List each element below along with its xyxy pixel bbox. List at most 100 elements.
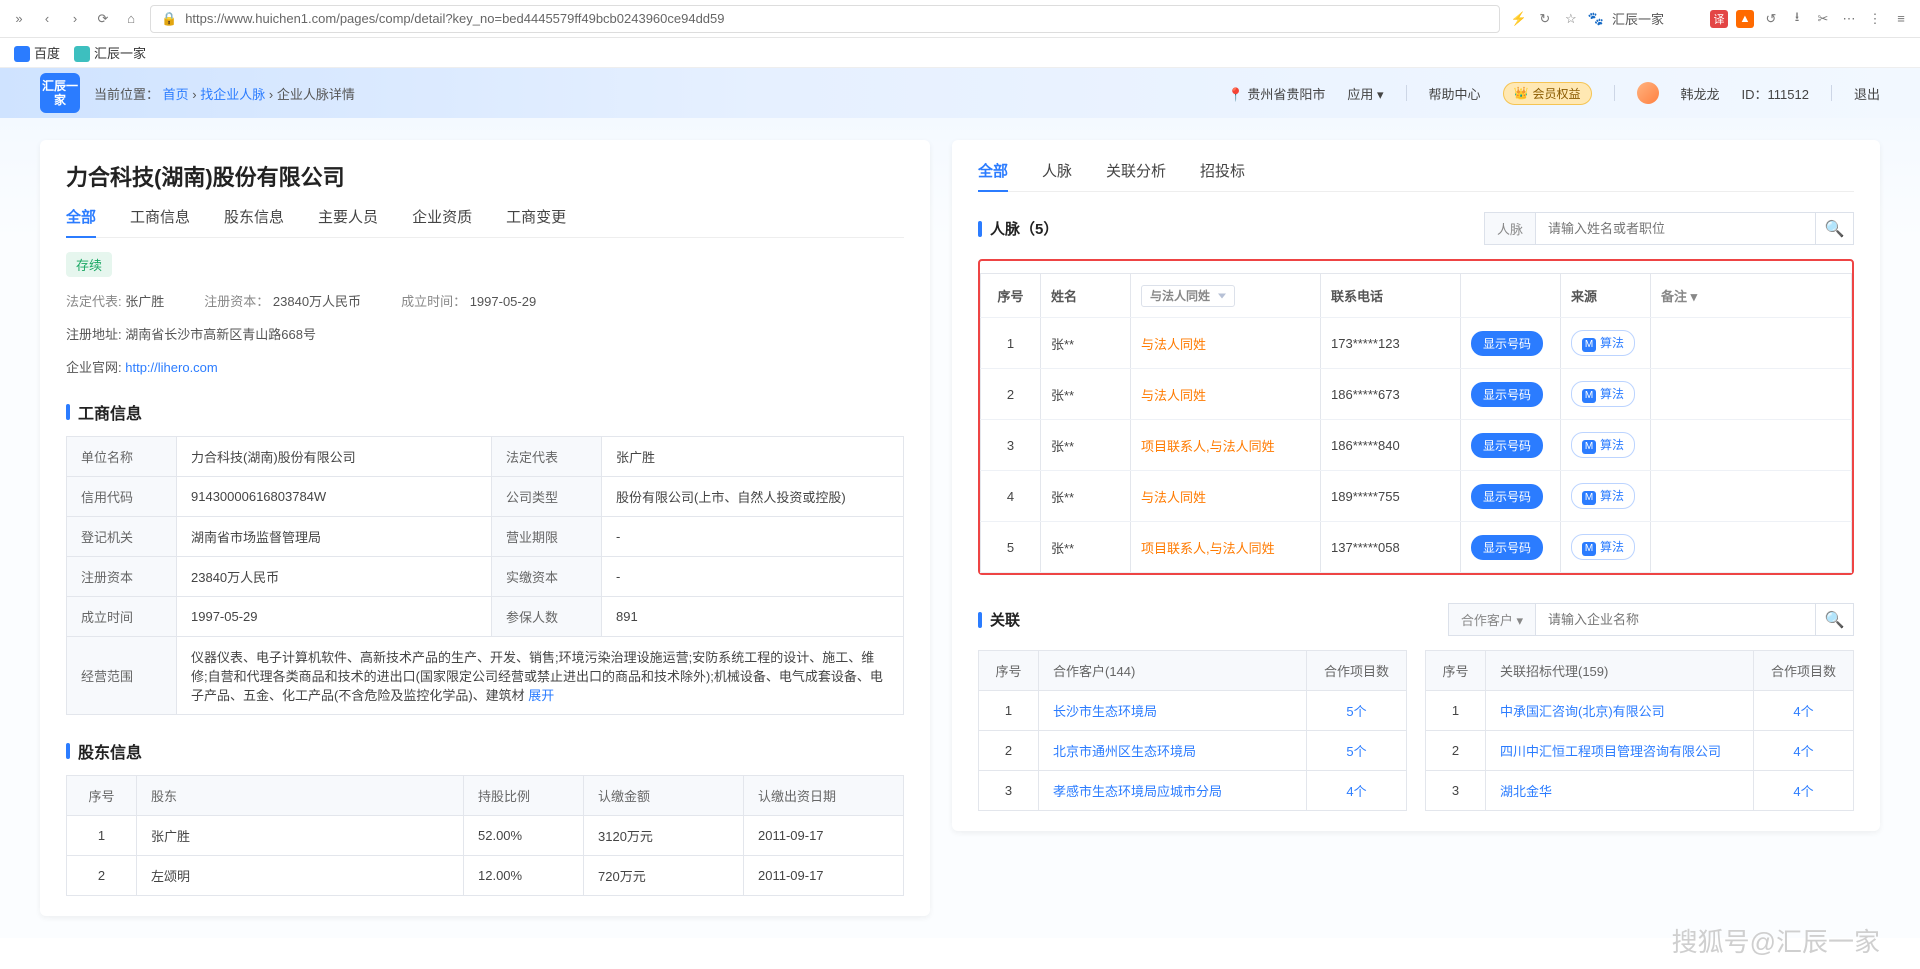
relation-search-input[interactable]: [1536, 603, 1816, 636]
table-row: 1 张** 与法人同姓 173*****123 显示号码 M算法: [981, 318, 1852, 369]
settings-icon[interactable]: ⋮: [1866, 10, 1884, 28]
show-phone-button[interactable]: 显示号码: [1471, 433, 1543, 458]
company-link[interactable]: 四川中汇恒工程项目管理咨询有限公司: [1500, 744, 1721, 759]
page-banner: 汇辰一家 当前位置： 首页 › 找企业人脉 › 企业人脉详情 📍 贵州省贵阳市 …: [0, 68, 1920, 118]
location-picker[interactable]: 📍 贵州省贵阳市: [1228, 84, 1326, 103]
user-name: 韩龙龙: [1681, 84, 1720, 103]
left-tabs: 全部 工商信息 股东信息 主要人员 企业资质 工商变更: [66, 206, 904, 238]
project-count[interactable]: 4个: [1793, 704, 1813, 719]
crumb-current: 企业人脉详情: [277, 87, 355, 102]
tab-biz[interactable]: 工商信息: [130, 206, 190, 227]
tab-sh[interactable]: 股东信息: [224, 206, 284, 227]
translate-ext-icon[interactable]: 译: [1710, 10, 1728, 28]
more-ext-icon[interactable]: ⋯: [1840, 10, 1858, 28]
relation-type-select[interactable]: 合作客户 ▾: [1448, 603, 1536, 636]
table-row: 1 长沙市生态环境局 5个: [979, 691, 1407, 731]
business-table: 单位名称力合科技(湖南)股份有限公司法定代表张广胜信用代码91430000616…: [66, 436, 904, 715]
company-link[interactable]: 中承国汇咨询(北京)有限公司: [1500, 704, 1665, 719]
star-icon[interactable]: ☆: [1562, 10, 1580, 28]
logout-link[interactable]: 退出: [1854, 84, 1880, 103]
bolt-icon[interactable]: ⚡: [1510, 10, 1528, 28]
remark-sort[interactable]: 备注 ▾: [1651, 274, 1852, 318]
browser-chrome: » ‹ › ⟳ ⌂ 🔒 https://www.huichen1.com/pag…: [0, 0, 1920, 38]
download-icon[interactable]: ⭳: [1788, 10, 1806, 28]
right-tabs: 全部 人脉 关联分析 招投标: [978, 160, 1854, 192]
related-agent-table: 序号 关联招标代理(159) 合作项目数 1 中承国汇咨询(北京)有限公司 4个…: [1425, 650, 1854, 811]
help-link[interactable]: 帮助中心: [1429, 84, 1481, 103]
url-bar[interactable]: 🔒 https://www.huichen1.com/pages/comp/de…: [150, 5, 1500, 33]
source-badge[interactable]: M算法: [1571, 381, 1635, 407]
people-section-title: 人脉（5）: [978, 218, 1058, 239]
user-id: ID：111512: [1742, 84, 1809, 103]
rtab-all[interactable]: 全部: [978, 160, 1008, 181]
ext-label[interactable]: 汇辰一家: [1612, 9, 1664, 28]
status-badge: 存续: [66, 252, 112, 277]
people-search-input[interactable]: [1536, 212, 1816, 245]
next-icon[interactable]: ›: [66, 10, 84, 28]
site-logo[interactable]: 汇辰一家: [40, 73, 80, 113]
back-icon[interactable]: »: [10, 10, 28, 28]
prev-icon[interactable]: ‹: [38, 10, 56, 28]
reg-capital: 23840万人民币: [273, 294, 361, 309]
section-business: 工商信息: [66, 400, 904, 424]
project-count[interactable]: 4个: [1793, 744, 1813, 759]
show-phone-button[interactable]: 显示号码: [1471, 382, 1543, 407]
bookmark-item[interactable]: 汇辰一家: [74, 43, 146, 63]
business-scope: 仪器仪表、电子计算机软件、高新技术产品的生产、开发、销售;环境污染治理设施运营;…: [177, 637, 904, 715]
app-menu[interactable]: 应用 ▾: [1347, 84, 1383, 103]
project-count[interactable]: 5个: [1346, 744, 1366, 759]
tab-staff[interactable]: 主要人员: [318, 206, 378, 227]
rtab-rel[interactable]: 关联分析: [1106, 160, 1166, 181]
tab-change[interactable]: 工商变更: [506, 206, 566, 227]
company-link[interactable]: 长沙市生态环境局: [1053, 704, 1157, 719]
sync-icon[interactable]: ↻: [1536, 10, 1554, 28]
rtab-bid[interactable]: 招投标: [1200, 160, 1245, 181]
people-table: 序号 姓名 与法人同姓 联系电话 来源 备注 ▾ 1 张** 与法人同姓 173…: [980, 273, 1852, 573]
people-tag: 与法人同姓: [1141, 490, 1206, 505]
project-count[interactable]: 4个: [1346, 784, 1366, 799]
pdf-ext-icon[interactable]: ▲: [1736, 10, 1754, 28]
tab-qual[interactable]: 企业资质: [412, 206, 472, 227]
crumb-home[interactable]: 首页: [163, 87, 189, 102]
people-type-select[interactable]: 人脉: [1484, 212, 1536, 245]
history-icon[interactable]: ↺: [1762, 10, 1780, 28]
source-badge[interactable]: M算法: [1571, 534, 1635, 560]
menu-icon[interactable]: ≡: [1892, 10, 1910, 28]
people-search-button[interactable]: 🔍: [1816, 212, 1854, 245]
baidu-icon: [14, 46, 30, 62]
name-filter-select[interactable]: 与法人同姓: [1141, 285, 1235, 307]
member-badge[interactable]: 👑 会员权益: [1503, 82, 1592, 105]
show-phone-button[interactable]: 显示号码: [1471, 535, 1543, 560]
bookmark-item[interactable]: 百度: [14, 43, 60, 63]
expand-scope[interactable]: 展开: [528, 688, 554, 703]
crumb-mid[interactable]: 找企业人脉: [200, 87, 265, 102]
breadcrumb: 当前位置： 首页 › 找企业人脉 › 企业人脉详情: [94, 84, 355, 103]
avatar[interactable]: [1637, 82, 1659, 104]
show-phone-button[interactable]: 显示号码: [1471, 331, 1543, 356]
table-row: 3 湖北金华 4个: [1426, 771, 1854, 811]
company-link[interactable]: 孝感市生态环境局应城市分局: [1053, 784, 1222, 799]
people-tag: 项目联系人,与法人同姓: [1141, 439, 1275, 454]
source-badge[interactable]: M算法: [1571, 432, 1635, 458]
company-link[interactable]: 北京市通州区生态环境局: [1053, 744, 1196, 759]
company-link[interactable]: 湖北金华: [1500, 784, 1552, 799]
source-badge[interactable]: M算法: [1571, 330, 1635, 356]
relation-search-button[interactable]: 🔍: [1816, 603, 1854, 636]
show-phone-button[interactable]: 显示号码: [1471, 484, 1543, 509]
company-website[interactable]: http://lihero.com: [125, 360, 218, 375]
reg-address: 湖南省长沙市高新区青山路668号: [125, 327, 316, 342]
reload-icon[interactable]: ⟳: [94, 10, 112, 28]
browser-extensions: ⚡ ↻ ☆ 🐾 汇辰一家 译 ▲ ↺ ⭳ ✂ ⋯ ⋮ ≡: [1510, 9, 1910, 28]
people-tag: 项目联系人,与法人同姓: [1141, 541, 1275, 556]
source-badge[interactable]: M算法: [1571, 483, 1635, 509]
company-name: 力合科技(湖南)股份有限公司: [66, 160, 904, 192]
home-icon[interactable]: ⌂: [122, 10, 140, 28]
project-count[interactable]: 4个: [1793, 784, 1813, 799]
tab-all[interactable]: 全部: [66, 206, 96, 227]
project-count[interactable]: 5个: [1346, 704, 1366, 719]
lock-icon: 🔒: [161, 11, 177, 27]
table-row: 2 北京市通州区生态环境局 5个: [979, 731, 1407, 771]
table-row: 1张广胜52.00%3120万元2011-09-17: [67, 816, 904, 856]
clip-icon[interactable]: ✂: [1814, 10, 1832, 28]
rtab-people[interactable]: 人脉: [1042, 160, 1072, 181]
